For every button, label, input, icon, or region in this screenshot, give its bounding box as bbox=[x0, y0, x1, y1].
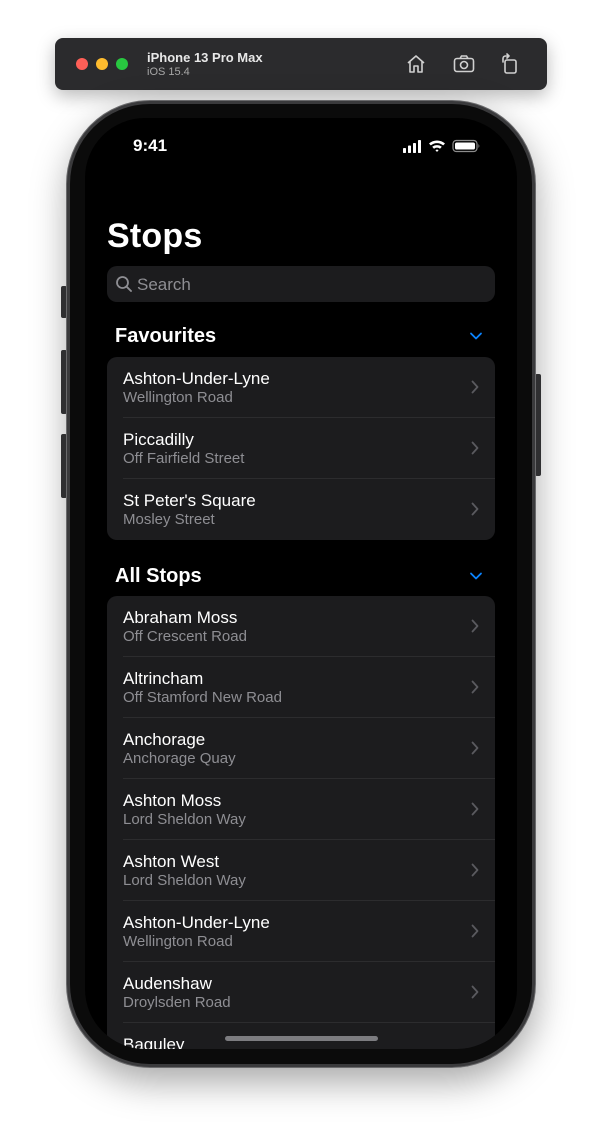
list-item[interactable]: Abraham Moss Off Crescent Road bbox=[107, 596, 495, 657]
favourites-list: Ashton-Under-Lyne Wellington Road Piccad… bbox=[107, 357, 495, 540]
list-item[interactable]: Ashton-Under-Lyne Wellington Road bbox=[107, 357, 495, 418]
chevron-right-icon bbox=[471, 441, 479, 455]
all-stops-list: Abraham Moss Off Crescent Road Altrincha… bbox=[107, 596, 495, 1049]
zoom-window-button[interactable] bbox=[116, 58, 128, 70]
stop-location: Off Crescent Road bbox=[123, 628, 247, 645]
status-time: 9:41 bbox=[133, 136, 168, 155]
stop-location: Lord Sheldon Way bbox=[123, 811, 246, 828]
list-item[interactable]: Altrincham Off Stamford New Road bbox=[107, 657, 495, 718]
stop-location: Lord Sheldon Way bbox=[123, 872, 246, 889]
stop-name: Ashton-Under-Lyne bbox=[123, 913, 270, 932]
stop-location: Wellington Road bbox=[123, 933, 233, 950]
status-icons bbox=[403, 138, 487, 154]
stop-name: Baguley bbox=[123, 1035, 185, 1049]
simulator-toolbar: iPhone 13 Pro Max iOS 15.4 bbox=[55, 38, 547, 90]
chevron-down-icon[interactable] bbox=[469, 331, 483, 341]
battery-icon bbox=[452, 139, 480, 153]
list-item[interactable]: Piccadilly Off Fairfield Street bbox=[107, 418, 495, 479]
chevron-right-icon bbox=[471, 924, 479, 938]
list-item[interactable]: St Peter's Square Mosley Street bbox=[107, 479, 495, 540]
stop-location: Wellington Road bbox=[123, 389, 233, 406]
stop-name: Ashton West bbox=[123, 852, 220, 871]
stop-name: Audenshaw bbox=[123, 974, 212, 993]
device-name: iPhone 13 Pro Max bbox=[147, 50, 263, 65]
home-icon[interactable] bbox=[404, 52, 428, 76]
chevron-right-icon bbox=[471, 863, 479, 877]
stop-name: Ashton-Under-Lyne bbox=[123, 369, 270, 388]
section-header-favourites[interactable]: Favourites bbox=[107, 322, 495, 352]
cellular-signal-icon bbox=[403, 140, 421, 153]
stop-name: Abraham Moss bbox=[123, 608, 238, 627]
list-item[interactable]: Ashton Moss Lord Sheldon Way bbox=[107, 779, 495, 840]
stop-name: Piccadilly bbox=[123, 430, 194, 449]
stop-location: Droylsden Road bbox=[123, 994, 231, 1011]
chevron-right-icon bbox=[471, 802, 479, 816]
page-title: Stops bbox=[107, 217, 203, 255]
rotate-icon[interactable] bbox=[498, 52, 522, 76]
list-item[interactable]: Ashton-Under-Lyne Wellington Road bbox=[107, 901, 495, 962]
section-title: Favourites bbox=[115, 325, 217, 347]
search-icon bbox=[116, 276, 132, 292]
screenshot-icon[interactable] bbox=[452, 52, 476, 76]
stop-location: Off Fairfield Street bbox=[123, 450, 245, 467]
stop-location: Mosley Street bbox=[123, 511, 215, 528]
chevron-right-icon bbox=[471, 985, 479, 999]
search-field[interactable]: Search bbox=[107, 266, 495, 302]
stop-name: Ashton Moss bbox=[123, 791, 222, 810]
os-version: iOS 15.4 bbox=[147, 66, 190, 78]
close-window-button[interactable] bbox=[76, 58, 88, 70]
list-item[interactable]: Anchorage Anchorage Quay bbox=[107, 718, 495, 779]
chevron-right-icon bbox=[471, 502, 479, 516]
chevron-right-icon bbox=[471, 380, 479, 394]
chevron-right-icon bbox=[471, 619, 479, 633]
minimize-window-button[interactable] bbox=[96, 58, 108, 70]
stop-name: Anchorage bbox=[123, 730, 206, 749]
search-placeholder: Search bbox=[137, 275, 191, 294]
list-item[interactable]: Audenshaw Droylsden Road bbox=[107, 962, 495, 1023]
chevron-down-icon[interactable] bbox=[469, 571, 483, 581]
home-indicator[interactable] bbox=[225, 1036, 378, 1041]
stop-name: St Peter's Square bbox=[123, 491, 256, 510]
phone-screen: 9:41 Stops Search Favourites Ashton-Unde… bbox=[85, 118, 517, 1049]
section-title: All Stops bbox=[115, 565, 202, 587]
stop-name: Altrincham bbox=[123, 669, 204, 688]
list-item[interactable]: Ashton West Lord Sheldon Way bbox=[107, 840, 495, 901]
chevron-right-icon bbox=[471, 741, 479, 755]
chevron-right-icon bbox=[471, 680, 479, 694]
wifi-icon bbox=[429, 140, 445, 152]
stop-location: Off Stamford New Road bbox=[123, 689, 282, 706]
stop-location: Anchorage Quay bbox=[123, 750, 236, 767]
section-header-all-stops[interactable]: All Stops bbox=[107, 562, 495, 592]
